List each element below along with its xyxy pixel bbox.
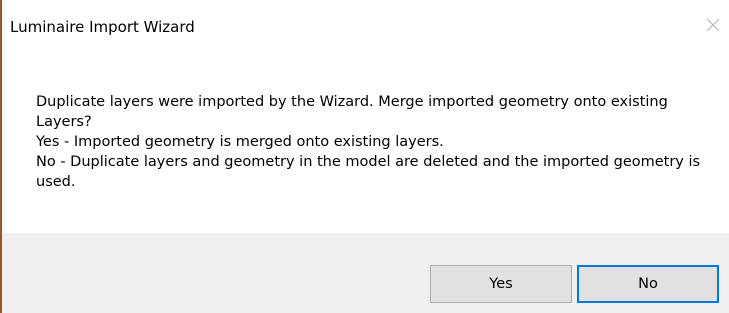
no-button[interactable]: No: [577, 265, 719, 303]
message-line-question: Duplicate layers were imported by the Wi…: [36, 94, 668, 130]
window-title: Luminaire Import Wizard: [10, 18, 195, 36]
close-icon: [706, 18, 720, 32]
message-line-yes-explanation: Yes - Imported geometry is merged onto e…: [36, 134, 444, 150]
message-dialog: Luminaire Import Wizard Duplicate layers…: [0, 0, 729, 313]
title-bar[interactable]: Luminaire Import Wizard: [2, 0, 729, 58]
message-line-no-explanation: No - Duplicate layers and geometry in th…: [36, 154, 701, 190]
dialog-content: Duplicate layers were imported by the Wi…: [2, 58, 729, 233]
yes-button[interactable]: Yes: [430, 265, 572, 303]
dialog-message: Duplicate layers were imported by the Wi…: [36, 92, 706, 192]
button-bar: Yes No: [2, 233, 729, 313]
close-button[interactable]: [701, 13, 725, 37]
